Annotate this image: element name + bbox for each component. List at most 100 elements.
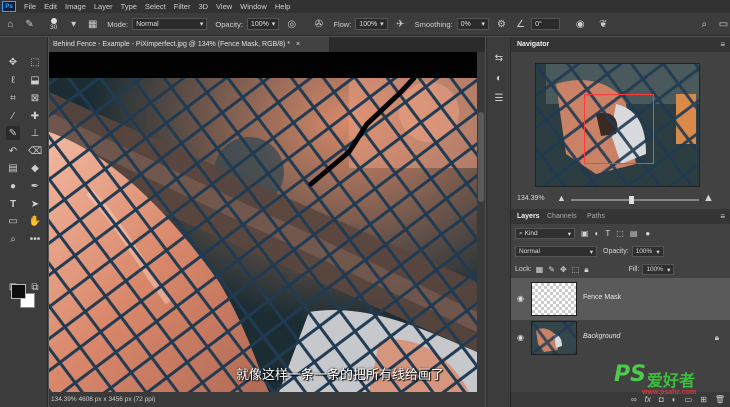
menu-layer[interactable]: Layer xyxy=(94,2,113,11)
object-select-tool-icon[interactable]: ⬓ xyxy=(28,73,42,87)
lasso-tool-icon[interactable]: ℓ xyxy=(6,73,20,87)
menu-3d[interactable]: 3D xyxy=(198,2,208,11)
fill-value: 100% xyxy=(646,266,664,273)
adjustments-panel-icon[interactable]: ◐ xyxy=(492,71,506,85)
navigator-thumbnail[interactable] xyxy=(535,63,700,187)
properties-panel-icon[interactable]: ☰ xyxy=(492,91,506,105)
zoom-tool-icon[interactable]: ⌕ xyxy=(6,232,20,246)
filter-type-icon[interactable]: T xyxy=(605,229,610,238)
filter-adjustment-icon[interactable]: ◐ xyxy=(595,229,600,238)
scrollbar-thumb[interactable] xyxy=(478,112,484,202)
crop-tool-icon[interactable]: ⌗ xyxy=(6,91,20,105)
navigator-zoom-slider[interactable] xyxy=(571,196,699,204)
frame-tool-icon[interactable]: ⊠ xyxy=(28,91,42,105)
lock-label: Lock: xyxy=(515,266,532,273)
fill-field[interactable]: 100% ▾ xyxy=(642,264,675,275)
mode-select[interactable]: Normal ▾ xyxy=(132,18,208,30)
layer-opacity-field[interactable]: 100% ▾ xyxy=(631,246,664,257)
close-icon[interactable]: × xyxy=(296,41,300,48)
brush-panel-icon[interactable]: ▦ xyxy=(86,17,99,31)
dodge-tool-icon[interactable]: ● xyxy=(6,179,20,193)
pen-tool-icon[interactable]: ✒ xyxy=(28,179,42,193)
smoothing-field[interactable]: 0% ▾ xyxy=(456,18,489,30)
foreground-color-swatch[interactable] xyxy=(11,284,26,299)
brush-tool-preset-icon[interactable]: ✎ xyxy=(23,17,36,31)
home-icon[interactable]: ⌂ xyxy=(4,17,17,31)
filter-smart-object-icon[interactable]: ▤ xyxy=(630,229,638,238)
lock-all-icon[interactable]: 🔒︎ xyxy=(584,265,588,275)
canvas[interactable] xyxy=(49,52,477,392)
blend-opacity-row: Normal ▾ Opacity: 100% ▾ xyxy=(515,245,664,258)
layer-row-background[interactable]: ◉ Background 🔒︎ xyxy=(511,317,730,359)
menu-image[interactable]: Image xyxy=(65,2,86,11)
workspace-icon[interactable]: ▭ xyxy=(717,17,730,31)
panel-menu-icon[interactable]: ≡ xyxy=(720,212,725,221)
canvas-vertical-scrollbar[interactable] xyxy=(477,52,485,392)
menu-type[interactable]: Type xyxy=(121,2,137,11)
gradient-tool-icon[interactable]: ▤ xyxy=(6,161,20,175)
move-tool-icon[interactable]: ✥ xyxy=(6,55,20,69)
zoom-out-icon[interactable]: ▲ xyxy=(557,193,566,203)
lock-artboard-icon[interactable]: ⬚ xyxy=(572,265,580,274)
menu-window[interactable]: Window xyxy=(240,2,267,11)
pressure-size-icon[interactable]: ◉ xyxy=(574,17,587,31)
eyedropper-tool-icon[interactable]: ⁄ xyxy=(6,109,20,123)
history-panel-icon[interactable]: ⇆ xyxy=(492,51,506,65)
video-subtitle: 就像这样一条一条的把所有线给画了 xyxy=(236,368,445,383)
brush-size-picker[interactable]: 30 xyxy=(46,17,61,31)
menu-edit[interactable]: Edit xyxy=(44,2,57,11)
flow-field[interactable]: 100% ▾ xyxy=(355,18,388,30)
blend-mode-select[interactable]: Normal ▾ xyxy=(515,246,597,257)
menu-select[interactable]: Select xyxy=(145,2,166,11)
chevron-down-icon: ▾ xyxy=(271,21,276,28)
clone-stamp-tool-icon[interactable]: ⊥ xyxy=(28,126,42,140)
tab-paths[interactable]: Paths xyxy=(587,213,605,220)
menu-file[interactable]: File xyxy=(24,2,36,11)
airbrush-icon[interactable]: ✇ xyxy=(312,17,325,31)
kind-filter-select[interactable]: ⌕ Kind ▾ xyxy=(515,228,575,239)
menu-view[interactable]: View xyxy=(216,2,232,11)
tab-layers[interactable]: Layers xyxy=(517,213,540,220)
brush-settings-icon[interactable]: ▾ xyxy=(67,17,80,31)
smoothing-settings-gear-icon[interactable]: ⚙ xyxy=(495,17,508,31)
eraser-tool-icon[interactable]: ⌫ xyxy=(28,144,42,158)
more-tools-icon[interactable]: ••• xyxy=(28,232,42,246)
lock-pixels-icon[interactable]: ✎ xyxy=(548,265,555,274)
menu-filter[interactable]: Filter xyxy=(174,2,191,11)
filter-pixel-icon[interactable]: ▣ xyxy=(581,229,589,238)
layer-name: Background xyxy=(583,333,621,340)
lock-position-icon[interactable]: ✥ xyxy=(560,265,567,274)
blur-tool-icon[interactable]: ◆ xyxy=(28,161,42,175)
filter-toggle-icon[interactable]: ● xyxy=(645,229,650,238)
panel-menu-icon[interactable]: ≡ xyxy=(720,40,725,49)
navigator-view-box[interactable] xyxy=(584,94,654,164)
healing-brush-tool-icon[interactable]: ✚ xyxy=(28,109,42,123)
document-tab[interactable]: Behind Fence - Example - PiXimperfect.jp… xyxy=(49,37,329,52)
screen-mode-icon[interactable]: ⧉ xyxy=(28,280,42,294)
marquee-tool-icon[interactable]: ⬚ xyxy=(28,55,42,69)
pressure-opacity-icon[interactable]: ◎ xyxy=(285,17,298,31)
navigator-zoom-value[interactable]: 134.39% xyxy=(517,195,545,202)
symmetry-butterfly-icon[interactable]: ❦ xyxy=(597,17,610,31)
search-icon[interactable]: ⌕ xyxy=(698,17,711,31)
filter-shape-icon[interactable]: ⬚ xyxy=(616,229,624,238)
layer-row-fence-mask[interactable]: ◉ Fence Mask xyxy=(511,278,730,320)
brush-tool-icon[interactable]: ✎ xyxy=(6,126,20,140)
zoom-in-icon[interactable]: ▲ xyxy=(703,192,714,204)
path-select-tool-icon[interactable]: ➤ xyxy=(28,197,42,211)
angle-field[interactable]: 0° xyxy=(531,18,560,30)
angle-icon[interactable]: ∠ xyxy=(514,17,527,31)
rectangle-tool-icon[interactable]: ▭ xyxy=(6,214,20,228)
hand-tool-icon[interactable]: ✋ xyxy=(28,214,42,228)
airbrush-toggle-icon[interactable]: ✈ xyxy=(394,17,407,31)
type-tool-icon[interactable]: T xyxy=(6,197,20,211)
visibility-eye-icon[interactable]: ◉ xyxy=(517,294,524,303)
tab-navigator[interactable]: Navigator xyxy=(517,41,549,48)
lock-transparent-icon[interactable]: ▦ xyxy=(536,265,544,274)
history-brush-tool-icon[interactable]: ↶ xyxy=(6,144,20,158)
visibility-eye-icon[interactable]: ◉ xyxy=(517,333,524,342)
menu-help[interactable]: Help xyxy=(275,2,290,11)
opacity-field[interactable]: 100% ▾ xyxy=(246,18,280,30)
slider-handle[interactable] xyxy=(629,196,634,204)
tab-channels[interactable]: Channels xyxy=(547,213,577,220)
